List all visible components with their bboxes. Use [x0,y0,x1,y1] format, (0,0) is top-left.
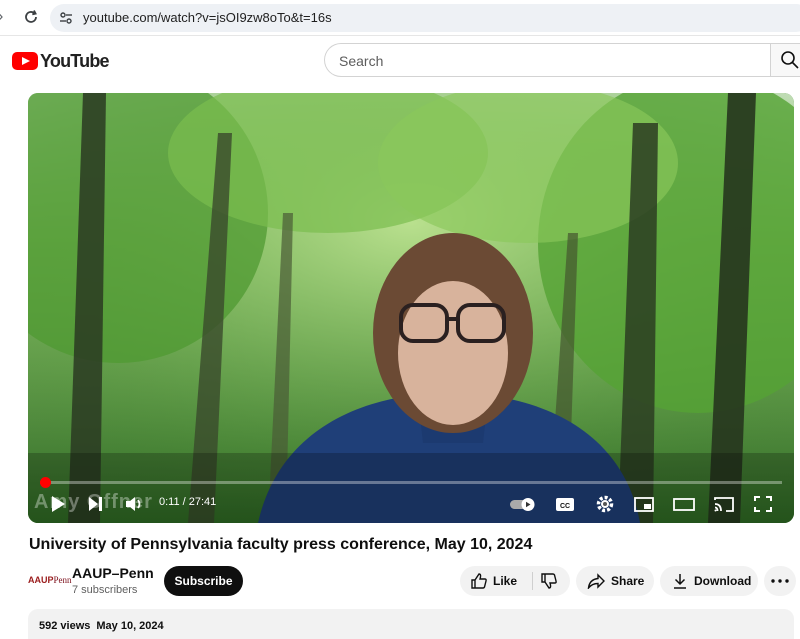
search-input[interactable] [339,51,739,71]
more-actions-button[interactable] [764,566,796,596]
channel-avatar[interactable]: AAUPPenn [28,569,72,591]
search-box[interactable] [324,43,770,77]
autoplay-toggle[interactable] [508,492,538,516]
theater-icon[interactable] [672,492,696,516]
like-dislike-group: Like [460,566,570,596]
share-icon [587,573,605,589]
cast-icon[interactable] [712,492,736,516]
video-title: University of Pennsylvania faculty press… [29,536,533,553]
time-display: 0:11 / 27:41 [159,496,217,508]
next-icon[interactable] [86,492,106,516]
url-text[interactable]: youtube.com/watch?v=jsOI9zw8oTo&t=16s [83,10,332,25]
search-button[interactable] [770,43,800,77]
forward-icon[interactable]: › [0,8,12,26]
youtube-logo[interactable]: YouTube [12,50,110,72]
volume-icon[interactable] [123,492,145,516]
video-player[interactable]: Amy Offner 0:11 / 27:41 CC [28,93,794,523]
settings-icon[interactable] [594,492,616,516]
download-icon [674,574,686,589]
thumbs-down-icon[interactable] [540,573,558,589]
description-box[interactable]: 592 views May 10, 2024 [28,609,794,639]
cc-icon[interactable]: CC [554,492,576,516]
avatar-text-a: AAUP [28,575,54,585]
play-icon[interactable] [48,492,68,516]
description-meta: 592 views May 10, 2024 [39,620,164,632]
like-divider [532,572,533,590]
youtube-logo-icon [12,52,38,70]
browser-toolbar: › youtube.com/watch?v=jsOI9zw8oTo&t=16s [0,0,800,36]
share-button[interactable]: Share [576,566,654,596]
subscriber-count: 7 subscribers [72,584,138,596]
more-icon [771,579,789,583]
page: › youtube.com/watch?v=jsOI9zw8oTo&t=16s … [0,0,800,639]
fullscreen-icon[interactable] [752,492,774,516]
channel-name[interactable]: AAUP–Penn [72,565,154,581]
video-frame [28,93,794,523]
avatar-text-b: Penn [53,575,72,585]
progress-scrubber[interactable] [39,477,51,488]
site-info-icon[interactable] [58,10,74,26]
like-button[interactable]: Like [493,574,517,588]
svg-text:CC: CC [560,503,570,510]
upload-date: May 10, 2024 [96,620,164,632]
miniplayer-icon[interactable] [632,492,656,516]
subscribe-button[interactable]: Subscribe [164,566,243,596]
download-label: Download [694,574,752,588]
reload-icon[interactable] [22,8,40,26]
address-bar[interactable]: youtube.com/watch?v=jsOI9zw8oTo&t=16s [50,4,800,32]
thumbs-up-icon[interactable] [470,573,488,589]
logo-text: YouTube [40,50,110,71]
share-label: Share [611,574,645,588]
view-count: 592 views [39,620,91,632]
search-icon [781,51,799,69]
download-button[interactable]: Download [660,566,758,596]
progress-bar[interactable] [40,481,782,484]
